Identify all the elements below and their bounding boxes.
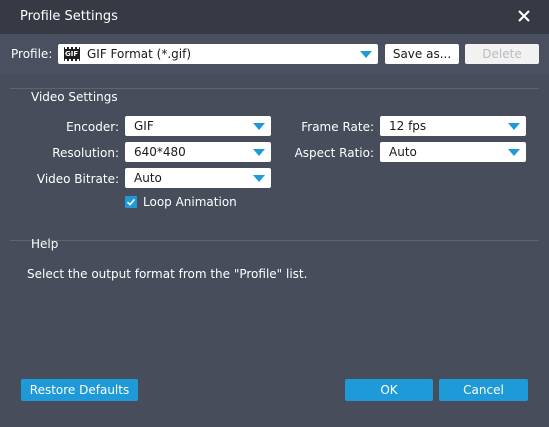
checkmark-icon xyxy=(126,198,136,206)
chevron-down-icon xyxy=(253,175,265,182)
title-bar: Profile Settings xyxy=(0,0,549,34)
gif-format-icon: GIF xyxy=(64,47,80,61)
save-as-button[interactable]: Save as... xyxy=(385,44,459,64)
settings-panel: Video Settings Encoder: GIF Resolution: … xyxy=(0,74,549,427)
video-settings-title: Video Settings xyxy=(31,90,118,104)
chevron-down-icon xyxy=(360,51,372,58)
encoder-value: GIF xyxy=(134,119,154,133)
resolution-label: Resolution: xyxy=(52,146,119,160)
chevron-down-icon xyxy=(253,123,265,130)
video-bitrate-label: Video Bitrate: xyxy=(36,172,119,186)
profile-select[interactable]: GIF GIF Format (*.gif) xyxy=(58,44,378,64)
loop-animation-checkbox[interactable] xyxy=(125,196,137,208)
divider xyxy=(10,240,539,241)
resolution-select[interactable]: 640*480 xyxy=(125,142,271,162)
restore-defaults-button[interactable]: Restore Defaults xyxy=(21,379,138,401)
window-title: Profile Settings xyxy=(20,9,118,24)
aspect-ratio-select[interactable]: Auto xyxy=(380,142,526,162)
frame-rate-select[interactable]: 12 fps xyxy=(380,116,526,136)
chevron-down-icon xyxy=(253,149,265,156)
delete-button[interactable]: Delete xyxy=(465,44,539,64)
ok-button[interactable]: OK xyxy=(345,379,433,401)
profile-row: Profile: GIF GIF Format (*.gif) Save as.… xyxy=(0,34,549,74)
gif-icon-text: GIF xyxy=(65,50,79,58)
profile-label: Profile: xyxy=(11,47,53,61)
frame-rate-label: Frame Rate: xyxy=(301,120,374,134)
chevron-down-icon xyxy=(508,123,520,130)
loop-animation-label: Loop Animation xyxy=(143,195,237,209)
divider xyxy=(10,88,539,89)
cancel-button[interactable]: Cancel xyxy=(439,379,528,401)
chevron-down-icon xyxy=(508,149,520,156)
aspect-ratio-value: Auto xyxy=(389,145,417,159)
encoder-label: Encoder: xyxy=(66,120,119,134)
video-bitrate-select[interactable]: Auto xyxy=(125,168,271,188)
encoder-select[interactable]: GIF xyxy=(125,116,271,136)
help-text: Select the output format from the "Profi… xyxy=(27,267,308,281)
frame-rate-value: 12 fps xyxy=(389,119,427,133)
video-bitrate-value: Auto xyxy=(134,171,162,185)
aspect-ratio-label: Aspect Ratio: xyxy=(294,146,374,160)
resolution-value: 640*480 xyxy=(134,145,186,159)
profile-select-value: GIF Format (*.gif) xyxy=(87,47,192,61)
help-title: Help xyxy=(31,237,59,251)
close-icon[interactable] xyxy=(515,7,533,25)
